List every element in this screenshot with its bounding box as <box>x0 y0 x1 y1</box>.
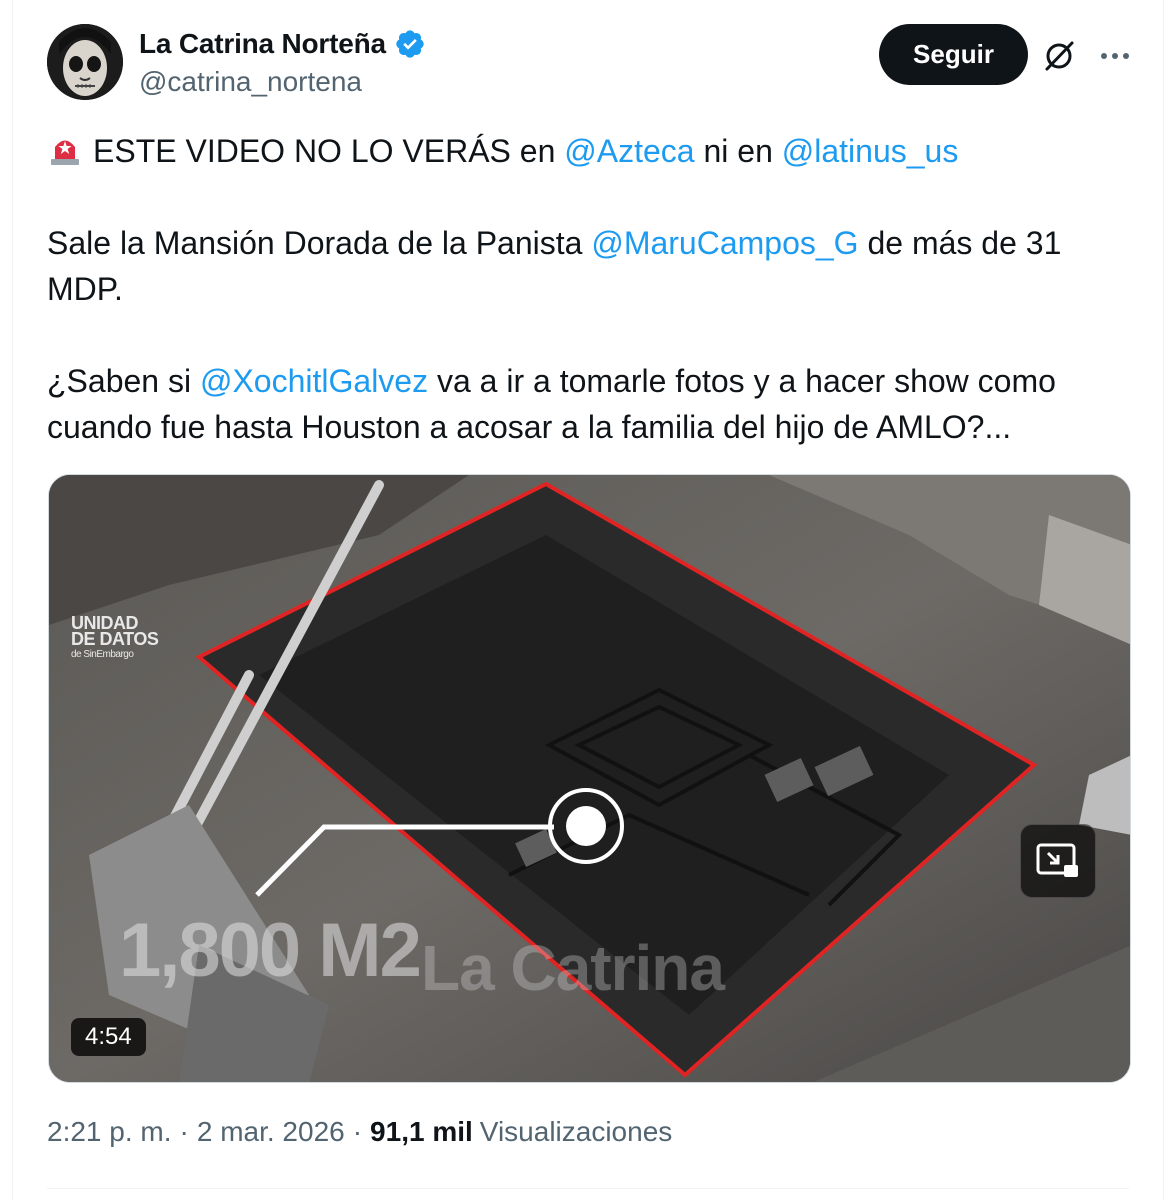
views-label[interactable]: Visualizaciones <box>480 1116 673 1148</box>
tweet-paragraph-2: Sale la Mansión Dorada de la Panista @Ma… <box>47 220 1137 312</box>
text-segment: Sale la Mansión Dorada de la Panista <box>47 225 592 261</box>
mention-link-marucampos[interactable]: @MaruCampos_G <box>591 225 858 261</box>
tweet-meta: 2:21 p. m. · 2 mar. 2026 · 91,1 mil Visu… <box>47 1116 672 1148</box>
text-segment: ni en <box>694 133 782 169</box>
views-count[interactable]: 91,1 mil <box>370 1116 473 1148</box>
follow-button[interactable]: Seguir <box>879 24 1028 85</box>
tweet-paragraph-3: ¿Saben si @XochitlGalvez va a ir a tomar… <box>47 358 1137 450</box>
author-name-row[interactable]: La Catrina Norteña <box>139 28 426 60</box>
divider <box>47 1188 1129 1189</box>
tweet-time[interactable]: 2:21 p. m. <box>47 1116 172 1148</box>
meta-separator: · <box>179 1116 189 1147</box>
mention-link-xochitl[interactable]: @XochitlGalvez <box>200 363 428 399</box>
text-segment: ¿Saben si <box>47 363 200 399</box>
meta-separator: · <box>352 1116 363 1147</box>
brand-watermark: La Catrina <box>421 932 725 1004</box>
tweet-date[interactable]: 2 mar. 2026 <box>197 1116 345 1148</box>
area-overlay-label: 1,800 M2 <box>119 908 422 993</box>
tweet-card: La Catrina Norteña @catrina_nortena Segu… <box>12 0 1164 1200</box>
catrina-face-avatar-icon <box>47 24 123 100</box>
video-player[interactable]: UNIDAD DE DATOS de SinEmbargo 1,800 M2 L… <box>48 474 1131 1083</box>
video-duration-badge: 4:54 <box>71 1018 146 1056</box>
more-dots-icon[interactable] <box>1095 38 1135 74</box>
author-handle[interactable]: @catrina_nortena <box>139 66 362 98</box>
unidad-datos-watermark: UNIDAD DE DATOS de SinEmbargo <box>71 613 159 660</box>
author-display-name[interactable]: La Catrina Norteña <box>139 28 386 60</box>
mention-link-latinus[interactable]: @latinus_us <box>782 133 959 169</box>
picture-in-picture-icon[interactable] <box>1020 824 1096 898</box>
slashed-circle-icon[interactable] <box>1041 38 1077 74</box>
mention-link-azteca[interactable]: @Azteca <box>564 133 694 169</box>
rotating-light-icon <box>51 140 79 165</box>
tweet-paragraph-1: ESTE VIDEO NO LO VERÁS en @Azteca ni en … <box>47 128 1137 174</box>
verified-badge-icon <box>396 30 424 58</box>
avatar[interactable] <box>47 24 123 100</box>
tweet-text: ESTE VIDEO NO LO VERÁS en @Azteca ni en … <box>47 128 1137 496</box>
text-segment: ESTE VIDEO NO LO VERÁS en <box>93 133 565 169</box>
